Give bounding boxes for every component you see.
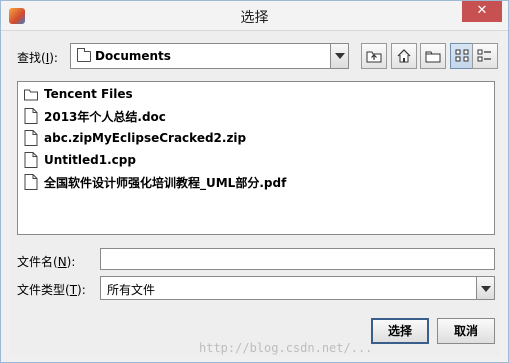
cancel-button[interactable]: 取消 [437,318,495,344]
new-folder-icon [425,51,441,63]
list-item-folder[interactable]: Tencent Files [24,84,133,104]
file-icon [24,130,38,146]
up-folder-icon [366,51,382,63]
file-icon [24,152,38,168]
select-button[interactable]: 选择 [371,318,429,344]
list-view-icon [455,49,469,62]
file-type-label: 文件类型(T): [17,283,86,297]
watermark-text: http://blog.csdn.net/... [199,341,373,355]
details-view-button[interactable] [472,43,498,69]
details-view-icon [477,49,491,62]
file-chooser-dialog: 选择 ✕ 查找(I): Documents Tencent Files 2013… [0,0,509,363]
folder-icon [24,86,38,102]
home-icon [397,49,411,63]
close-button[interactable]: ✕ [462,1,502,22]
chevron-down-icon[interactable] [330,44,348,68]
file-type-combo[interactable]: 所有文件 [100,276,495,300]
file-name-label: 文件名(N): [17,255,76,269]
list-item-file[interactable]: 2013年个人总结.doc [24,106,166,126]
look-in-value: Documents [95,49,171,63]
folder-icon [77,48,91,62]
dialog-content: 查找(I): Documents Tencent Files 2013年个人总结… [9,31,500,356]
dialog-title: 选择 [240,10,269,26]
list-item-file[interactable]: abc.zipMyEclipseCracked2.zip [24,128,246,148]
file-type-value: 所有文件 [107,283,156,297]
file-name-input[interactable] [100,248,495,270]
home-button[interactable] [391,43,417,69]
list-item-file[interactable]: Untitled1.cpp [24,150,136,170]
list-item-file[interactable]: 全国软件设计师强化培训教程_UML部分.pdf [24,172,286,192]
chevron-down-icon[interactable] [476,277,494,299]
look-in-combo[interactable]: Documents [70,43,349,69]
title-bar[interactable]: 选择 ✕ [1,1,508,31]
file-list[interactable]: Tencent Files 2013年个人总结.doc abc.zipMyEcl… [17,81,495,235]
new-folder-button[interactable] [420,43,446,69]
look-in-label: 查找(I): [17,51,58,65]
file-icon [24,108,38,124]
file-icon [24,174,38,190]
up-one-level-button[interactable] [361,43,387,69]
